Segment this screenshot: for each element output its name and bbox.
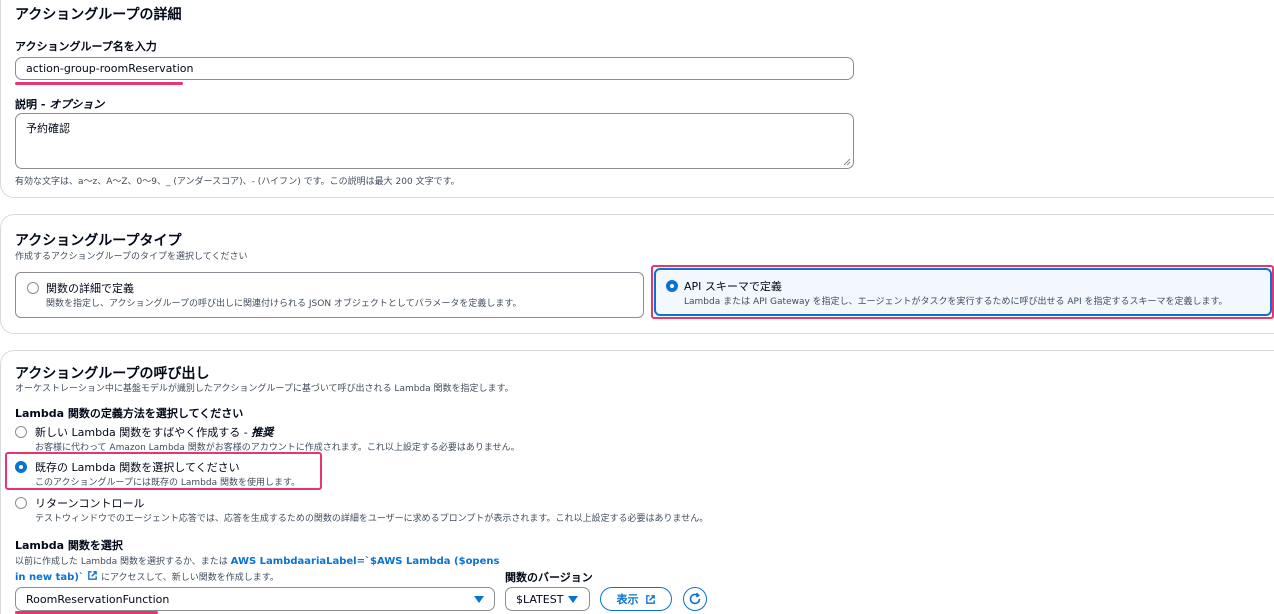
lambda-radio-quick-create[interactable] xyxy=(15,426,27,438)
type-subtitle: 作成するアクショングループのタイプを選択してください xyxy=(15,252,248,262)
details-title: アクショングループの詳細 xyxy=(15,7,182,23)
aws-lambda-link-cont[interactable]: in new tab)` xyxy=(15,572,84,583)
lambda-select-desc-prefix: 以前に作成した Lambda 関数を選択するか、または xyxy=(15,557,231,567)
description-label-optional: オプション xyxy=(49,98,105,111)
description-value: 予約確認 xyxy=(26,122,70,135)
description-textarea[interactable]: 予約確認 xyxy=(15,113,854,169)
existing-lambda-highlight xyxy=(5,452,322,490)
action-group-name-value: action-group-roomReservation xyxy=(26,62,194,75)
refresh-icon xyxy=(689,592,701,605)
lambda-select-desc: 以前に作成した Lambda 関数を選択するか、または AWS Lambdaar… xyxy=(15,554,505,586)
name-highlight xyxy=(15,82,183,85)
external-link-icon xyxy=(645,594,655,604)
view-button-label: 表示 xyxy=(616,593,639,606)
lambda-select-desc-suffix: にアクセスして、新しい関数を作成します。 xyxy=(98,573,279,583)
lambda-option-quick-create-text: 新しい Lambda 関数をすばやく作成する - xyxy=(35,426,252,439)
api-schema-highlight xyxy=(651,265,1274,319)
lambda-radio-return-control[interactable] xyxy=(15,497,27,509)
name-label: アクショングループ名を入力 xyxy=(15,40,157,53)
view-button[interactable]: 表示 xyxy=(600,587,672,611)
lambda-function-value: RoomReservationFunction xyxy=(26,592,170,606)
lambda-option-recommended: 推奨 xyxy=(251,426,274,439)
version-value: $LATEST xyxy=(516,592,564,606)
lambda-function-select[interactable]: RoomReservationFunction xyxy=(15,587,495,611)
lambda-method-label: Lambda 関数の定義方法を選択してください xyxy=(15,407,244,420)
invocation-title: アクショングループの呼び出し xyxy=(15,366,210,382)
chevron-down-icon xyxy=(474,596,484,603)
lambda-select-label: Lambda 関数を選択 xyxy=(15,539,123,552)
lambda-option-quick-create-title: 新しい Lambda 関数をすばやく作成する - 推奨 xyxy=(35,424,273,440)
version-select[interactable]: $LATEST xyxy=(505,587,590,611)
resize-handle-icon[interactable] xyxy=(843,158,851,166)
description-hint: 有効な文字は、a〜z、A〜Z、0〜9、_ (アンダースコア)、- (ハイフン) … xyxy=(15,177,460,187)
invocation-subtitle: オーケストレーション中に基盤モデルが識別したアクショングループに基づいて呼び出さ… xyxy=(15,384,514,394)
lambda-option-return-control-desc: テストウィンドウでのエージェント応答では、応答を生成するための関数の詳細をユーザ… xyxy=(35,514,709,524)
external-link-icon[interactable] xyxy=(87,570,98,581)
lambda-option-return-control-title: リターンコントロール xyxy=(35,497,145,510)
type-title: アクショングループタイプ xyxy=(15,233,182,249)
description-label: 説明 - オプション xyxy=(15,96,104,112)
version-chevron-down-icon xyxy=(568,596,578,603)
type-radio-function-details[interactable] xyxy=(27,282,39,294)
type-option-function-details[interactable]: 関数の詳細で定義 関数を指定し、アクショングループの呼び出しに関連付けられる J… xyxy=(15,272,644,318)
action-group-name-input[interactable]: action-group-roomReservation xyxy=(15,57,854,80)
type-option-function-details-title: 関数の詳細で定義 xyxy=(46,282,134,295)
refresh-button[interactable] xyxy=(683,587,707,611)
description-label-text: 説明 - xyxy=(15,98,50,111)
version-label: 関数のバージョン xyxy=(505,571,593,584)
type-option-function-details-desc: 関数を指定し、アクショングループの呼び出しに関連付けられる JSON オブジェク… xyxy=(46,299,522,309)
aws-lambda-link[interactable]: AWS LambdaariaLabel=`$AWS Lambda ($opens xyxy=(231,556,500,567)
